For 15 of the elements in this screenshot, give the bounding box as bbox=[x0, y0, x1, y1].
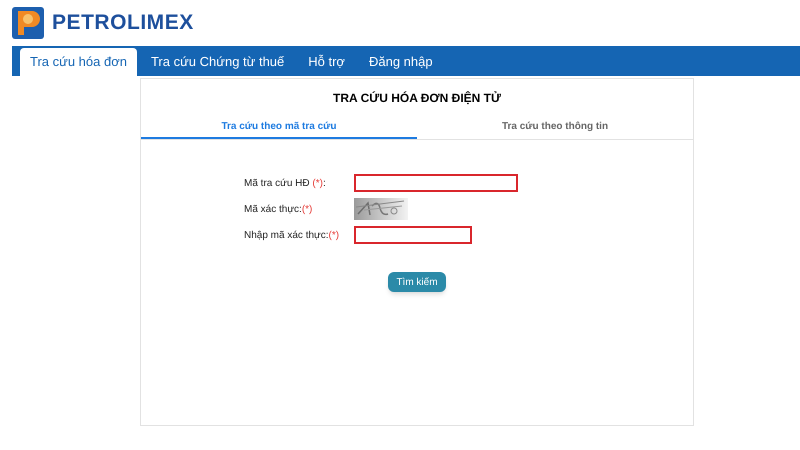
nav-tab[interactable]: Hỗ trợ bbox=[298, 48, 355, 76]
logo-icon bbox=[12, 7, 44, 39]
card-title: TRA CỨU HÓA ĐƠN ĐIỆN TỬ bbox=[332, 90, 502, 107]
field-label: Nhập mã xác thực:(*) bbox=[244, 228, 340, 242]
search-tab[interactable]: Tra cứu theo thông tin bbox=[417, 115, 693, 139]
input-field[interactable] bbox=[354, 226, 472, 244]
nav-tab[interactable]: Đăng nhập bbox=[358, 48, 443, 76]
nav-tab[interactable]: Tra cứu Chứng từ thuế bbox=[140, 48, 294, 76]
nav-tab[interactable]: Tra cứu hóa đơn bbox=[20, 48, 137, 76]
search-tab[interactable]: Tra cứu theo mã tra cứu bbox=[141, 115, 417, 139]
field-label: Mã tra cứu HĐ (*): bbox=[244, 176, 327, 190]
field-label: Mã xác thực:(*) bbox=[244, 202, 314, 216]
search-button[interactable]: Tìm kiếm bbox=[388, 272, 446, 292]
brand-name: PETROLIMEX bbox=[52, 10, 194, 36]
input-field[interactable] bbox=[354, 174, 518, 192]
